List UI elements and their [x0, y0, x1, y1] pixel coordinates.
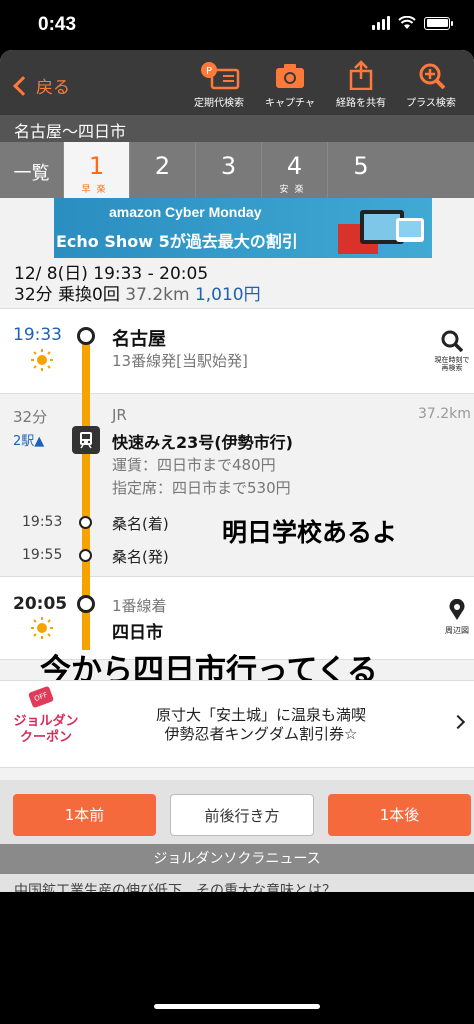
coupon-text: 原寸大「安土城」に温泉も満喫 伊勢忍者キングダム割引券☆ — [96, 706, 426, 744]
ad-banner[interactable]: amazon Cyber Monday Echo Show 5が過去最大の割引 — [54, 198, 432, 258]
wifi-icon — [398, 16, 416, 29]
tab-list[interactable]: 一覧 — [0, 142, 64, 198]
stop-node — [79, 516, 92, 529]
research-now-label: 現在時刻で再検索 — [434, 356, 470, 372]
tool-label-plus: プラス検索 — [406, 98, 456, 109]
segment-duration: 32分 — [13, 408, 48, 426]
map-pin-icon — [449, 598, 465, 620]
summary-fare: 1,010円 — [194, 285, 261, 305]
camera-icon — [276, 64, 304, 88]
arrival-platform: 1番線着 — [112, 597, 167, 615]
arrival-station-name[interactable]: 四日市 — [112, 618, 163, 643]
capture-button[interactable]: キャプチャ — [257, 60, 323, 109]
previous-train-button[interactable]: 1本前 — [13, 794, 156, 836]
route-summary: 12/ 8(日) 19:33 - 20:05 32分 乗換0回 37.2km 1… — [14, 264, 261, 306]
coupon-banner[interactable]: OFF ジョルダン クーポン 原寸大「安土城」に温泉も満喫 伊勢忍者キングダム割… — [0, 680, 474, 768]
status-bar: 0:43 — [0, 0, 474, 50]
tab-label: 1 — [88, 152, 105, 180]
next-train-button[interactable]: 1本後 — [328, 794, 471, 836]
summary-transfers: 乗換0回 — [58, 285, 120, 305]
summary-datetime: 12/ 8(日) 19:33 - 20:05 — [14, 264, 209, 284]
arrival-time: 20:05 — [13, 594, 68, 614]
coupon-brand-line1: ジョルダン — [13, 714, 79, 729]
commuter-pass-search-button[interactable]: P 定期代検索 — [186, 60, 252, 109]
share-icon — [349, 60, 373, 90]
back-label: 戻る — [36, 78, 70, 98]
route-tabs: 一覧 1 早楽 2 3 4 安楽 5 — [0, 142, 474, 198]
tab-label: 2 — [154, 152, 171, 180]
train-name[interactable]: 快速みえ23号(伊勢市行) — [112, 429, 293, 453]
train-icon — [72, 426, 100, 454]
segment-reserved-fare: 指定席：四日市まで530円 — [112, 479, 291, 497]
tab-tag-cheap-easy: 安楽 — [279, 185, 310, 195]
departure-station-name[interactable]: 名古屋 — [112, 325, 166, 351]
tool-label-capture: キャプチャ — [265, 98, 315, 109]
plus-search-button[interactable]: プラス検索 — [398, 60, 464, 109]
tab-route-5[interactable]: 5 — [328, 142, 394, 198]
status-time: 0:43 — [38, 14, 77, 35]
commuter-pass-icon: P — [201, 62, 240, 90]
arrival-node — [77, 595, 95, 613]
signal-icon — [372, 16, 390, 30]
chevron-right-icon — [450, 714, 466, 730]
coupon-text-line2: 伊勢忍者キングダム割引券☆ — [164, 725, 358, 743]
coupon-text-line1: 原寸大「安土城」に温泉も満喫 — [155, 706, 366, 724]
home-indicator[interactable] — [154, 1004, 320, 1009]
tab-label: 5 — [353, 152, 369, 180]
plus-search-icon — [419, 63, 446, 90]
news-ticker[interactable]: 中国鉱工業生産の伸び低下、その重大な意味とは？ — [14, 880, 454, 892]
coupon-off-badge: OFF — [27, 685, 55, 709]
ad-headline: amazon Cyber Monday — [109, 204, 262, 220]
coupon-brand: ジョルダン クーポン — [8, 714, 84, 746]
app-screen: 戻る P 定期代検索 キャプチャ 経路を共有 プラス検索 名古屋〜四日市 一覧 … — [0, 50, 474, 892]
summary-duration: 32分 — [14, 285, 53, 305]
tab-label: 4 — [286, 152, 303, 180]
toolbar: 戻る P 定期代検索 キャプチャ 経路を共有 プラス検索 — [0, 50, 474, 115]
ad-subline: Echo Show 5が過去最大の割引 — [56, 232, 298, 251]
chevron-left-icon — [13, 75, 33, 96]
segment-operator: JR — [112, 406, 127, 424]
tab-label: 3 — [220, 152, 237, 180]
sun-icon — [31, 617, 53, 639]
tab-route-1[interactable]: 1 早楽 — [64, 142, 130, 198]
tab-route-4[interactable]: 4 安楽 — [262, 142, 328, 198]
news-header[interactable]: ジョルダンソクラニュース — [0, 844, 474, 874]
departure-time: 19:33 — [13, 325, 62, 345]
around-routes-button[interactable]: 前後行き方 — [170, 794, 314, 836]
segment-distance: 37.2km — [418, 406, 471, 422]
share-route-button[interactable]: 経路を共有 — [328, 60, 394, 109]
sun-icon — [31, 349, 53, 371]
tab-route-2[interactable]: 2 — [130, 142, 196, 198]
tool-label-share: 経路を共有 — [336, 98, 386, 109]
svg-text:P: P — [206, 66, 212, 77]
tool-label-pass: 定期代検索 — [194, 98, 244, 109]
tab-tag-fast-easy: 早楽 — [81, 185, 112, 195]
battery-icon — [424, 16, 453, 30]
summary-distance: 37.2km — [125, 285, 190, 305]
back-button[interactable]: 戻る — [12, 73, 70, 98]
departure-node — [77, 327, 95, 345]
stop-node — [79, 549, 92, 562]
area-map-label: 周辺図 — [445, 626, 469, 635]
stop-name[interactable]: 桑名(発) — [112, 546, 169, 567]
area-map-button[interactable]: 周辺図 — [440, 598, 474, 636]
overlay-caption-school: 明日学校あるよ — [222, 518, 398, 547]
coupon-brand-line2: クーポン — [19, 730, 72, 745]
segment-fare: 運賃：四日市まで480円 — [112, 456, 276, 474]
route-title: 名古屋〜四日市 — [0, 115, 474, 142]
departure-platform: 13番線発[当駅始発] — [112, 352, 248, 370]
tab-label: 一覧 — [13, 163, 50, 184]
stop-time: 19:53 — [22, 514, 63, 530]
stop-name[interactable]: 桑名(着) — [112, 513, 169, 534]
search-icon — [441, 330, 464, 353]
status-icons — [372, 16, 453, 30]
segment-stops-toggle[interactable]: 2駅▲ — [13, 430, 44, 449]
stop-time: 19:55 — [22, 547, 63, 563]
echo-show-device-image — [338, 210, 424, 254]
research-now-button[interactable]: 現在時刻で再検索 — [432, 330, 472, 372]
tab-route-3[interactable]: 3 — [196, 142, 262, 198]
